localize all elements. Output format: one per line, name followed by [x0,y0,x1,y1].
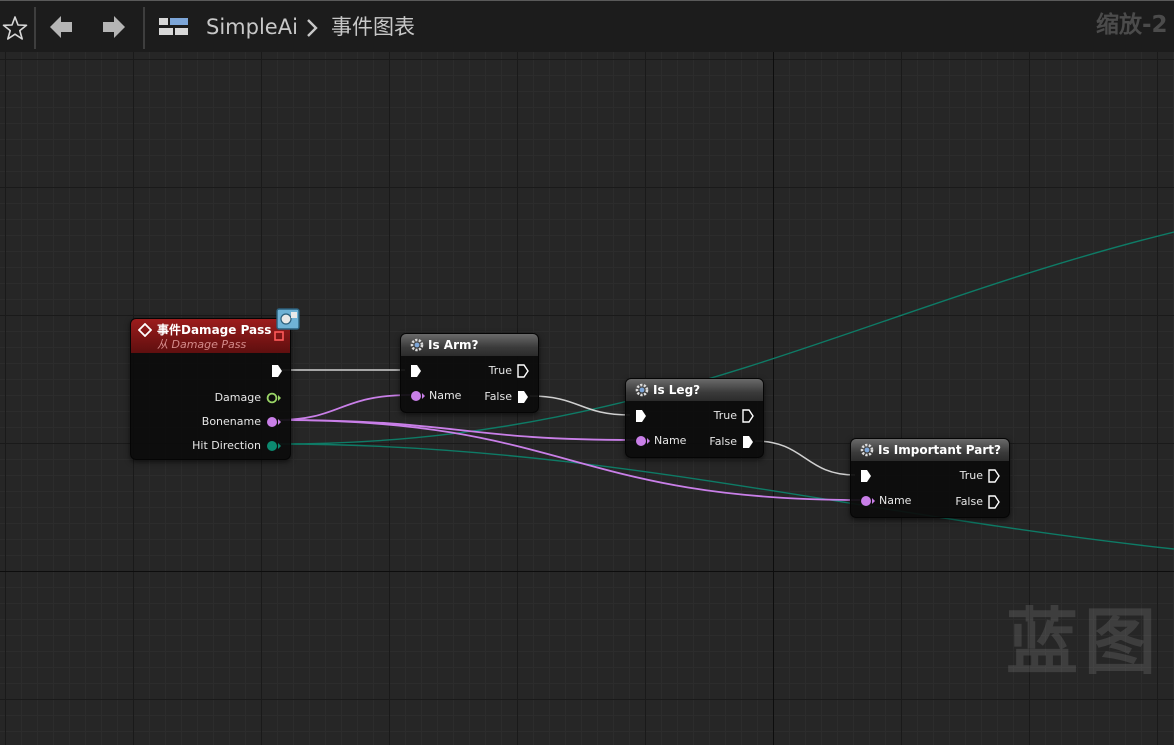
zoom-level: 缩放-2 [1096,12,1168,38]
breadcrumb-separator [305,18,319,42]
arrow-left-icon [50,16,72,38]
pin-label-bonename: Bonename [201,415,261,428]
exec-out-true-pin[interactable] [517,364,529,378]
node-title: Is Important Part? [878,443,1001,457]
pin-label-false: False [709,435,737,448]
float-pin[interactable] [266,391,282,405]
pin-label-name: Name [879,494,912,507]
gear-icon [410,338,424,352]
exec-out-false-pin[interactable] [988,495,1000,509]
exec-out-true-pin[interactable] [742,409,754,423]
breadcrumb-root[interactable]: SimpleAi [206,13,298,41]
node-title: 事件Damage Pass [157,323,272,337]
gear-icon [635,383,649,397]
graph-toolbar: SimpleAi 事件图表 缩放-2 [0,0,1174,52]
name-wire [277,419,861,501]
pin-label-damage: Damage [214,391,261,404]
name-pin[interactable] [635,434,651,448]
exec-out-pin[interactable] [271,364,283,378]
pin-label-true: True [488,364,512,377]
toolbar-separator [34,7,36,49]
pin-label-name: Name [429,389,462,402]
node-subtitle: 从 Damage Pass [157,338,247,351]
blueprint-editor: SimpleAi 事件图表 缩放-2 事件Damage Pass 从 Damag… [0,0,1174,745]
favorite-button[interactable] [2,15,28,45]
name-wire [277,419,636,441]
vector-pin[interactable] [266,439,282,453]
exec-out-true-pin[interactable] [988,469,1000,483]
graph-type-button[interactable] [157,15,191,45]
exec-out-false-pin[interactable] [742,435,754,449]
function-node-is-important-part[interactable]: Is Important Part? True Name False [850,438,1010,518]
blueprint-badge-icon [274,306,302,336]
gear-icon [860,443,874,457]
exec-wire [754,440,856,476]
back-button[interactable] [48,13,74,45]
name-pin[interactable] [266,415,282,429]
name-wire [277,394,411,421]
event-diamond-icon [138,323,152,337]
node-title: Is Arm? [428,338,479,352]
pin-label-name: Name [654,434,687,447]
pin-label-hit-direction: Hit Direction [192,439,261,452]
exec-in-pin[interactable] [635,409,647,423]
exec-in-pin[interactable] [860,469,872,483]
pin-label-false: False [484,390,512,403]
blueprint-watermark: 蓝图 [1006,600,1163,684]
function-node-is-leg[interactable]: Is Leg? True Name False [625,378,764,458]
blueprint-graph-icon [159,18,188,35]
node-title: Is Leg? [653,383,701,397]
vector-wire [277,443,1174,550]
exec-in-pin[interactable] [410,364,422,378]
event-node-damage-pass[interactable]: 事件Damage Pass 从 Damage Pass Damage Bonen… [130,318,291,460]
name-pin[interactable] [860,494,876,508]
name-pin[interactable] [410,389,426,403]
toolbar-separator [143,7,145,49]
graph-canvas[interactable]: 事件Damage Pass 从 Damage Pass Damage Bonen… [0,52,1174,745]
arrow-right-icon [103,16,125,38]
star-icon [2,16,28,40]
chevron-right-icon [307,19,318,37]
pin-label-true: True [959,469,983,482]
breadcrumb-current[interactable]: 事件图表 [331,13,415,41]
forward-button[interactable] [101,13,127,45]
pin-label-false: False [955,495,983,508]
pin-label-true: True [713,409,737,422]
exec-out-false-pin[interactable] [517,390,529,404]
function-node-is-arm[interactable]: Is Arm? True Name False [400,333,539,413]
